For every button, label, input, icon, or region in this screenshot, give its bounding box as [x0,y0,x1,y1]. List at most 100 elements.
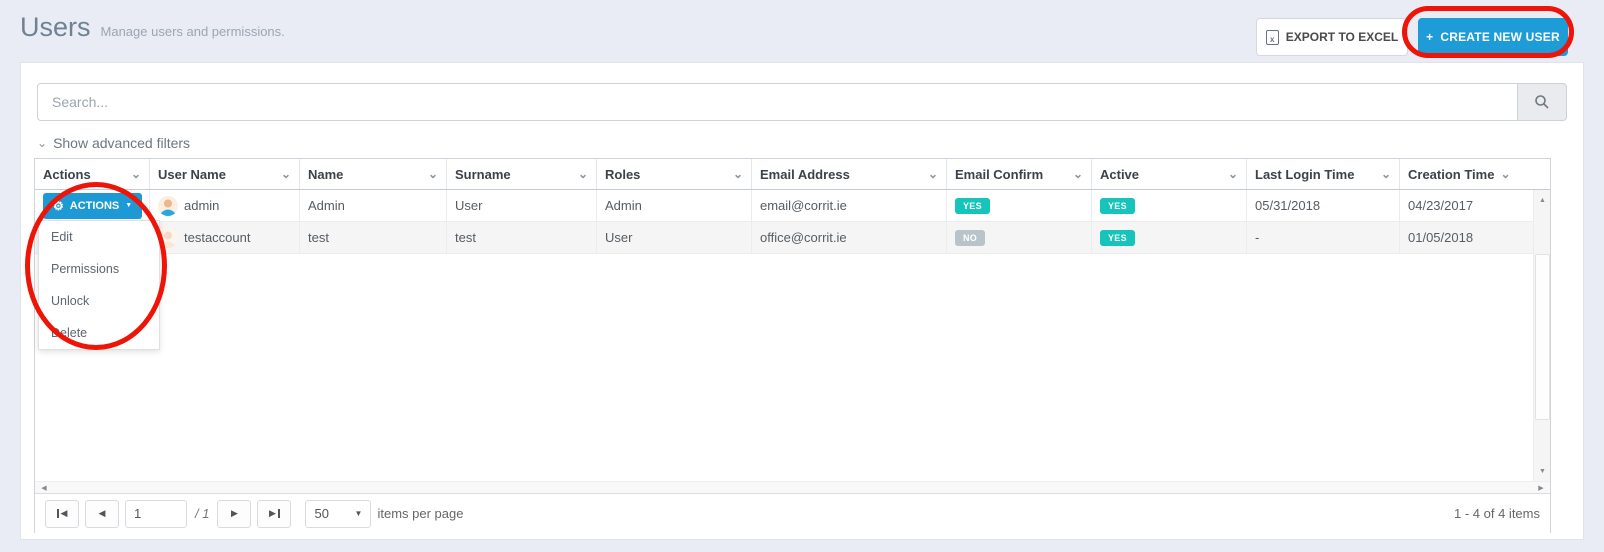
cell-active: YES [1092,190,1247,221]
table-row[interactable]: testaccount test test User office@corrit… [35,222,1535,254]
status-badge: YES [955,198,990,214]
column-label: Surname [455,167,511,182]
scroll-right-arrow-icon[interactable]: ▶ [1534,482,1548,494]
grid-header-row: Actions ⌄ User Name ⌄ Name ⌄ Surname ⌄ Roles… [35,159,1550,190]
actions-dropdown-button[interactable]: ⚙ ACTIONS ▼ [43,193,142,219]
pager-bar: ◀ ◀ / 1 ▶ ▶ 50 ▼ items per page 1 - 4 of… [35,493,1550,533]
horizontal-scrollbar[interactable]: ◀ ▶ [35,481,1550,493]
column-header-actions[interactable]: Actions ⌄ [35,159,150,189]
chevron-down-icon[interactable]: ⌄ [281,168,291,180]
cell-created: 01/05/2018 [1400,222,1535,253]
last-page-icon: ▶ [269,508,276,519]
column-header-name[interactable]: Name ⌄ [300,159,447,189]
cell-roles: User [597,222,752,253]
chevron-down-icon[interactable]: ⌄ [928,168,938,180]
column-label: Last Login Time [1255,167,1354,182]
search-input[interactable] [37,83,1517,121]
show-advanced-filters-toggle[interactable]: ⌄ Show advanced filters [37,135,190,151]
page-size-select[interactable]: 50 ▼ [305,500,371,528]
cell-email: office@corrit.ie [752,222,947,253]
cell-active: YES [1092,222,1247,253]
chevron-down-icon[interactable]: ⌄ [1500,168,1510,180]
user-name-text: testaccount [184,230,251,245]
cell-user-name: testaccount [150,222,300,253]
cell-created: 04/23/2017 [1400,190,1535,221]
pager-first-page-button[interactable]: ◀ [45,500,79,528]
user-name-text: admin [184,198,219,213]
column-header-roles[interactable]: Roles⌄ [597,159,752,189]
chevron-down-icon[interactable]: ⌄ [1381,168,1391,180]
avatar [158,228,178,248]
column-header-last-login-time[interactable]: Last Login Time ⌄ [1247,159,1400,189]
column-label: Email Address [760,167,850,182]
avatar [158,196,178,216]
menu-item-delete[interactable]: Delete [39,317,159,349]
chevron-down-icon[interactable]: ⌄ [1073,168,1083,180]
toolbar: x EXPORT TO EXCEL + CREATE NEW USER [1256,18,1568,56]
pager-prev-page-button[interactable]: ◀ [85,500,119,528]
cell-actions: ⚙ ACTIONS ▼ [35,190,150,221]
menu-item-permissions[interactable]: Permissions [39,253,159,285]
column-header-email-confirm[interactable]: Email Confirm ⌄ [947,159,1092,189]
column-label: User Name [158,167,226,182]
users-grid: Actions ⌄ User Name ⌄ Name ⌄ Surname ⌄ Roles… [34,158,1551,533]
scroll-down-arrow-icon[interactable]: ▼ [1534,463,1551,479]
grid-body: ⚙ ACTIONS ▼ admin Admin User Admin email… [35,190,1550,481]
caret-down-icon: ▼ [125,202,132,209]
actions-dropdown-menu: Edit Permissions Unlock Delete [38,220,160,350]
cell-name: Admin [300,190,447,221]
menu-item-edit[interactable]: Edit [39,221,159,253]
column-label: Email Confirm [955,167,1043,182]
vertical-scrollbar[interactable]: ▲ ▼ [1533,190,1550,481]
status-badge: YES [1100,198,1135,214]
cell-user-name: admin [150,190,300,221]
search-icon [1534,94,1550,110]
cell-last-login: - [1247,222,1400,253]
status-badge: YES [1100,230,1135,246]
chevron-down-icon[interactable]: ⌄ [131,168,141,180]
next-page-icon: ▶ [231,508,238,519]
cell-email: email@corrit.ie [752,190,947,221]
column-label: Name [308,167,343,182]
cell-surname: test [447,222,597,253]
column-label: Actions [43,167,91,182]
cell-email-confirm: YES [947,190,1092,221]
caret-down-icon: ▼ [355,509,363,518]
pager-next-page-button[interactable]: ▶ [217,500,251,528]
pager-range-label: 1 - 4 of 4 items [1454,506,1540,521]
column-header-surname[interactable]: Surname ⌄ [447,159,597,189]
pager-page-input[interactable] [125,500,187,528]
items-per-page-label: items per page [377,506,463,521]
column-header-active[interactable]: Active ⌄ [1092,159,1247,189]
pager-last-page-button[interactable]: ▶ [257,500,291,528]
column-header-creation-time[interactable]: Creation Time⌄ [1400,159,1533,189]
column-header-email-address[interactable]: Email Address ⌄ [752,159,947,189]
export-button-label: EXPORT TO EXCEL [1286,30,1398,44]
first-page-icon: ◀ [61,508,68,519]
column-label: Active [1100,167,1139,182]
create-button-label: CREATE NEW USER [1440,30,1559,44]
table-row[interactable]: ⚙ ACTIONS ▼ admin Admin User Admin email… [35,190,1535,222]
chevron-down-icon[interactable]: ⌄ [733,168,743,180]
create-new-user-button[interactable]: + CREATE NEW USER [1418,18,1568,56]
search-button[interactable] [1517,83,1567,121]
chevron-down-icon: ⌄ [37,137,47,149]
scroll-up-arrow-icon[interactable]: ▲ [1534,192,1551,208]
advanced-filters-label: Show advanced filters [53,135,190,151]
prev-page-icon: ◀ [99,508,106,519]
plus-icon: + [1426,30,1433,44]
cell-last-login: 05/31/2018 [1247,190,1400,221]
menu-item-unlock[interactable]: Unlock [39,285,159,317]
chevron-down-icon[interactable]: ⌄ [428,168,438,180]
vertical-scroll-thumb[interactable] [1535,254,1550,420]
cell-name: test [300,222,447,253]
gear-icon: ⚙ [53,200,64,212]
page-size-value: 50 [314,506,328,521]
chevron-down-icon[interactable]: ⌄ [578,168,588,180]
export-to-excel-button[interactable]: x EXPORT TO EXCEL [1256,18,1408,56]
actions-button-label: ACTIONS [70,200,120,212]
chevron-down-icon[interactable]: ⌄ [1228,168,1238,180]
scroll-left-arrow-icon[interactable]: ◀ [37,482,51,494]
column-header-user-name[interactable]: User Name ⌄ [150,159,300,189]
users-panel: ⌄ Show advanced filters Actions ⌄ User Na… [20,62,1584,540]
